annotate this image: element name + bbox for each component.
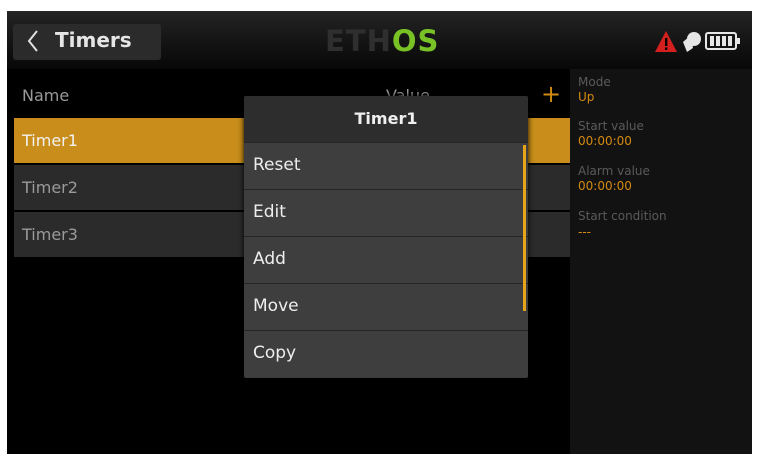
menu-item-reset[interactable]: Reset bbox=[244, 142, 528, 189]
start-condition-value: --- bbox=[578, 225, 591, 239]
menu-item-label: Add bbox=[253, 249, 286, 269]
mode-label: Mode bbox=[578, 75, 611, 89]
menu-item-label: Edit bbox=[253, 202, 286, 222]
alarm-value: 00:00:00 bbox=[578, 179, 632, 193]
menu-item-label: Copy bbox=[253, 343, 297, 363]
menu-scrollbar[interactable] bbox=[523, 145, 526, 311]
battery-icon bbox=[705, 32, 740, 50]
rf-icon bbox=[683, 32, 701, 52]
warning-icon bbox=[655, 31, 677, 52]
mode-value: Up bbox=[578, 90, 595, 104]
menu-item-edit[interactable]: Edit bbox=[244, 189, 528, 236]
timer-info-panel: Mode Up Start value 00:00:00 Alarm value… bbox=[570, 69, 752, 454]
top-bar: Timers ETHOS bbox=[7, 11, 752, 69]
timer-label: Timer1 bbox=[22, 131, 78, 150]
column-name: Name bbox=[22, 86, 70, 105]
radio-screen: Timers ETHOS Name + Timer1 Timer2 Timer3… bbox=[7, 11, 752, 454]
add-timer-button[interactable]: + bbox=[541, 82, 561, 106]
menu-item-move[interactable]: Move bbox=[244, 283, 528, 330]
menu-item-label: Reset bbox=[253, 155, 301, 175]
back-button[interactable]: Timers bbox=[13, 24, 161, 60]
menu-item-copy[interactable]: Copy bbox=[244, 330, 528, 377]
dialog-title: Timer1 bbox=[244, 96, 528, 142]
back-chevron-icon bbox=[27, 30, 38, 52]
menu-item-add[interactable]: Add bbox=[244, 236, 528, 283]
logo-accent: OS bbox=[391, 24, 440, 58]
start-value-label: Start value bbox=[578, 119, 644, 133]
context-menu-dialog: Timer1 Reset Edit Add Move Copy bbox=[244, 96, 528, 378]
logo-main: ETH bbox=[325, 24, 392, 58]
timer-label: Timer3 bbox=[22, 225, 78, 244]
alarm-value-label: Alarm value bbox=[578, 164, 650, 178]
start-value: 00:00:00 bbox=[578, 134, 632, 148]
menu-item-label: Move bbox=[253, 296, 299, 316]
start-condition-label: Start condition bbox=[578, 209, 667, 223]
ethos-logo: ETHOS bbox=[325, 23, 439, 59]
timer-label: Timer2 bbox=[22, 178, 78, 197]
page-title: Timers bbox=[55, 28, 132, 52]
status-icons bbox=[655, 31, 740, 52]
